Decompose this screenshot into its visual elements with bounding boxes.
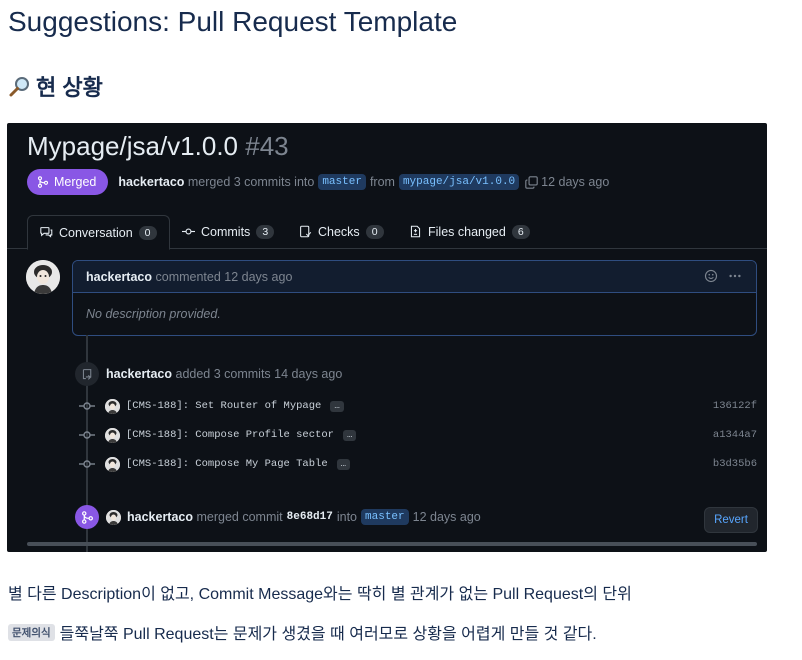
tab-conversation[interactable]: Conversation 0 xyxy=(27,215,170,250)
comment-meta: commented 12 days ago xyxy=(155,269,293,284)
merge-event-author[interactable]: hackertaco xyxy=(127,510,193,524)
ellipsis-button[interactable]: … xyxy=(330,400,344,412)
commit-sha[interactable]: b3d35b6 xyxy=(713,458,757,470)
pr-title: Mypage/jsa/v1.0.0 #43 xyxy=(27,131,289,162)
git-merge-icon xyxy=(81,510,93,524)
avatar xyxy=(105,427,120,443)
commits-event-author[interactable]: hackertaco xyxy=(106,367,172,381)
tab-checks-label: Checks xyxy=(318,224,360,239)
status-badge: 문제의식 xyxy=(8,623,55,641)
smiley-icon[interactable] xyxy=(704,269,718,283)
checklist-icon xyxy=(300,225,312,238)
merge-event: hackertaco merged commit 8e68d17 into ma… xyxy=(106,509,481,525)
pull-request-screenshot: Mypage/jsa/v1.0.0 #43 Merged hackertaco … xyxy=(7,123,767,552)
paragraph-problem-text: 들쭉날쭉 Pull Request는 문제가 생겼을 때 여러모로 상황을 어렵… xyxy=(59,626,597,643)
comment-discussion-icon xyxy=(40,227,53,238)
avatar xyxy=(105,456,120,472)
magnifier-icon xyxy=(9,77,29,97)
commits-event: hackertaco added 3 commits 14 days ago xyxy=(106,367,342,381)
commit-icon xyxy=(79,460,95,468)
ellipsis-button[interactable]: … xyxy=(342,429,357,441)
tab-checks[interactable]: Checks 0 xyxy=(299,215,384,248)
ellipsis-button[interactable]: … xyxy=(336,458,351,470)
tab-commits[interactable]: Commits 3 xyxy=(182,215,275,248)
section-heading: 현 상황 xyxy=(8,70,103,102)
pr-status-row: Merged hackertaco merged 3 commits into … xyxy=(27,169,609,195)
commit-icon xyxy=(79,402,95,410)
push-event-icon xyxy=(75,362,99,386)
section-heading-text: 현 상황 xyxy=(36,75,103,100)
pr-author-link[interactable]: hackertaco xyxy=(118,175,184,189)
merge-event-time: 12 days ago xyxy=(412,510,481,524)
tab-files-changed[interactable]: Files changed 6 xyxy=(409,215,530,248)
merge-event-text2: into xyxy=(336,510,358,524)
tab-conversation-label: Conversation xyxy=(59,225,133,240)
merge-event-icon xyxy=(75,505,99,529)
pr-time: 12 days ago xyxy=(541,175,610,189)
merge-icon xyxy=(37,176,49,188)
tab-conversation-count: 0 xyxy=(138,225,157,240)
comment-body: No description provided. xyxy=(86,307,221,321)
tab-commits-label: Commits xyxy=(201,224,251,239)
base-branch[interactable]: master xyxy=(318,174,366,190)
pr-tabs: Conversation 0 Commits 3 Checks 0 Files … xyxy=(7,215,767,250)
merge-base-branch[interactable]: master xyxy=(361,509,409,525)
pr-title-text: Mypage/jsa/v1.0.0 xyxy=(27,131,239,161)
revert-button[interactable]: Revert xyxy=(704,507,758,533)
commit-message[interactable]: [CMS-188]: Set Router of Mypage xyxy=(126,400,321,412)
merged-badge: Merged xyxy=(27,169,109,195)
comment-actions xyxy=(704,269,742,283)
file-diff-icon xyxy=(410,225,421,238)
comment-author[interactable]: hackertaco xyxy=(86,270,152,284)
commit-row[interactable]: [CMS-188]: Set Router of Mypage … 136122… xyxy=(79,397,759,415)
avatar[interactable] xyxy=(106,509,121,525)
merge-commit-sha[interactable]: 8e68d17 xyxy=(287,511,333,523)
commit-sha[interactable]: 136122f xyxy=(713,400,757,412)
page-title: Suggestions: Pull Request Template xyxy=(8,6,458,37)
commit-message[interactable]: [CMS-188]: Compose Profile sector xyxy=(126,429,334,441)
commit-icon xyxy=(79,431,95,439)
commit-row[interactable]: [CMS-188]: Compose My Page Table … b3d35… xyxy=(79,455,759,473)
paragraph-problem: 문제의식 들쭉날쭉 Pull Request는 문제가 생겼을 때 여러모로 상… xyxy=(8,620,597,644)
avatar[interactable] xyxy=(26,260,60,294)
comment-box: hackertaco commented 12 days ago No desc… xyxy=(72,260,757,336)
paragraph-description: 별 다른 Description이 없고, Commit Message와는 딱… xyxy=(8,586,632,603)
tab-checks-count: 0 xyxy=(365,224,384,239)
kebab-horizontal-icon[interactable] xyxy=(728,269,742,283)
repo-push-icon xyxy=(82,368,91,380)
head-branch[interactable]: mypage/jsa/v1.0.0 xyxy=(398,174,520,190)
tab-commits-count: 3 xyxy=(256,224,275,239)
tab-files-changed-count: 6 xyxy=(511,224,530,239)
tab-files-changed-label: Files changed xyxy=(428,224,506,239)
commit-message[interactable]: [CMS-188]: Compose My Page Table xyxy=(126,458,328,470)
merged-badge-label: Merged xyxy=(54,175,97,189)
comment-header: hackertaco commented 12 days ago xyxy=(73,261,756,293)
commit-row[interactable]: [CMS-188]: Compose Profile sector … a134… xyxy=(79,426,759,444)
horizontal-scrollbar[interactable] xyxy=(27,542,757,546)
commit-icon xyxy=(182,228,195,235)
commit-sha[interactable]: a1344a7 xyxy=(713,429,757,441)
merge-summary: merged 3 commits into xyxy=(187,175,315,189)
commits-event-text: added 3 commits 14 days ago xyxy=(175,367,343,381)
from-word: from xyxy=(369,175,395,189)
pr-number: #43 xyxy=(245,131,289,161)
merge-event-text1: merged commit xyxy=(196,510,283,524)
avatar xyxy=(105,398,120,414)
copy-icon[interactable] xyxy=(525,175,538,189)
